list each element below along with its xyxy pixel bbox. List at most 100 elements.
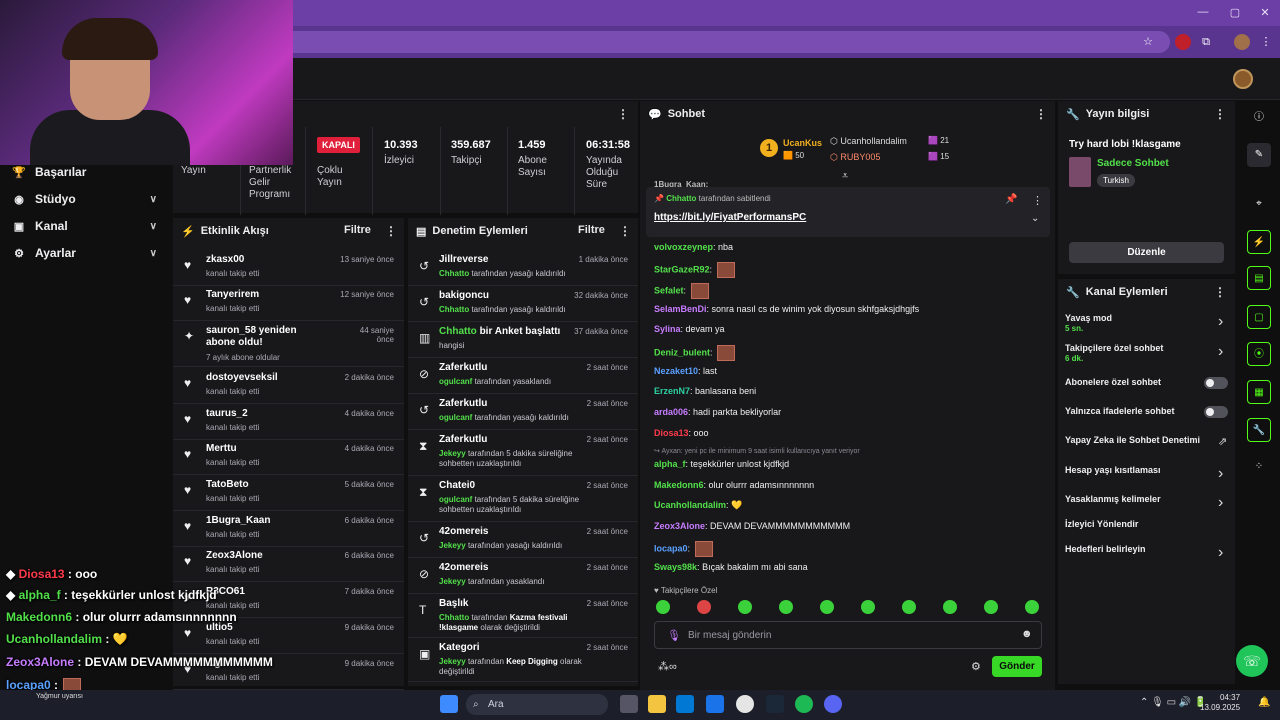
edit-button[interactable]: Düzenle xyxy=(1069,242,1224,263)
sidebar-item-ayarlar[interactable]: ⚙ Ayarlar ∨ xyxy=(0,242,165,264)
send-button[interactable]: Gönder xyxy=(992,656,1042,677)
avatar[interactable] xyxy=(1233,69,1253,89)
notification-icon[interactable]: 🔔 xyxy=(1258,697,1270,708)
chat-message[interactable]: Deniz_bulent: xyxy=(654,345,736,361)
category-link[interactable]: Sadece Sohbet xyxy=(1097,158,1169,169)
emote-icon[interactable] xyxy=(656,600,670,614)
chat-username[interactable]: Makedonn6 xyxy=(654,480,704,490)
chevron-right-icon[interactable]: › xyxy=(1218,466,1223,482)
chat-username[interactable]: Sylina xyxy=(654,324,681,334)
emote-icon[interactable] xyxy=(779,600,793,614)
action-item[interactable]: Yapay Zeka ile Sohbet Denetimi xyxy=(1065,435,1200,445)
chat-message[interactable]: Zeox3Alone: DEVAM DEVAMMMMMMMMMMM xyxy=(654,521,850,531)
emote-icon[interactable] xyxy=(697,600,711,614)
layout-icon[interactable]: ▦ xyxy=(1247,380,1271,404)
chevron-down-icon[interactable]: ⌄ xyxy=(1031,213,1039,224)
stat-multistream[interactable]: Çoklu Yayın xyxy=(317,165,357,189)
chat-message[interactable]: Nezaket10: last xyxy=(654,366,717,376)
chat-username[interactable]: StarGazeR92 xyxy=(654,264,710,274)
start-icon[interactable] xyxy=(440,695,458,713)
list-item[interactable]: ✦ sauron_58 yeniden abone oldu! 7 aylık ab… xyxy=(173,321,404,367)
focus-icon[interactable]: ⌖ xyxy=(1247,192,1271,216)
pencil-icon[interactable]: ✎ xyxy=(1247,143,1271,167)
close-icon[interactable]: ✕ xyxy=(1258,6,1272,20)
list-item[interactable]: ▥ Chhatto bir Anket başlattı hangisi 37 dak… xyxy=(408,322,638,358)
help-button[interactable]: ☏ xyxy=(1236,645,1268,677)
chat-username[interactable]: locapa0 xyxy=(654,543,688,553)
chat-message[interactable]: StarGazeR92: xyxy=(654,262,735,278)
chat-message[interactable]: locapa0: xyxy=(654,541,713,557)
kebab-icon[interactable]: ⋮ xyxy=(1035,107,1047,121)
steam-icon[interactable] xyxy=(766,695,784,713)
taskbar-search[interactable]: ⌕ Ara xyxy=(466,694,608,715)
chat-message[interactable]: volvoxzeynep: nba xyxy=(654,242,733,252)
list-item[interactable]: ♥ Tanyerirem kanalı takip etti 12 saniye ön… xyxy=(173,285,404,321)
star-icon[interactable]: ☆ xyxy=(1140,34,1156,50)
chat-message[interactable]: Diosa13: ooo xyxy=(654,428,709,438)
list-item[interactable]: ♥ taurus_2 kanalı takip etti 4 dakika önce xyxy=(173,404,404,440)
minimize-icon[interactable]: — xyxy=(1196,6,1210,20)
sidebar-item-studyo[interactable]: ◉ Stüdyo ∨ xyxy=(0,188,165,210)
chat-message[interactable]: ErzenN7: banlasana beni xyxy=(654,386,756,396)
action-item[interactable]: Yalnızca ifadelerle sohbet xyxy=(1065,406,1175,416)
tag-chip[interactable]: Turkish xyxy=(1097,174,1135,187)
list-item[interactable]: T Başlık Chhatto tarafından Kazma festival… xyxy=(408,594,638,638)
external-link-icon[interactable]: ⇗ xyxy=(1218,435,1227,448)
emote-icon[interactable] xyxy=(1025,600,1039,614)
menu-icon[interactable]: ⋮ xyxy=(1258,34,1274,50)
action-item[interactable]: Hedefleri belirleyin xyxy=(1065,544,1146,554)
chat-tools-icon[interactable]: ⁂∞ xyxy=(658,660,677,673)
list-item[interactable]: ♥ TatoBeto kanalı takip etti 5 dakika önce xyxy=(173,475,404,511)
address-bar[interactable] xyxy=(270,31,1170,53)
spotify-icon[interactable] xyxy=(795,695,813,713)
chat-message[interactable]: alpha_f: teşekkürler unlost kjdfkjd xyxy=(654,459,789,469)
mic-icon[interactable]: 🎙 xyxy=(667,629,681,642)
chevron-right-icon[interactable]: › xyxy=(1218,495,1223,511)
taskview-icon[interactable] xyxy=(620,695,638,713)
emote-icon[interactable] xyxy=(820,600,834,614)
chat-username[interactable]: Sefalet xyxy=(654,285,684,295)
chevron-right-icon[interactable]: › xyxy=(1218,545,1223,561)
store-icon[interactable] xyxy=(676,695,694,713)
puzzle-icon[interactable]: ⧉ xyxy=(1198,34,1214,50)
list-item[interactable]: ↺ 42omereis Jekeyy tarafından yasağı kaldı… xyxy=(408,522,638,558)
chat-username[interactable]: ErzenN7 xyxy=(654,386,690,396)
list-item[interactable]: ↺ Jillreverse Chhatto tarafından yasağı ka… xyxy=(408,250,638,286)
clock[interactable]: 04:37 13.09.2025 xyxy=(1200,693,1240,713)
emote-icon[interactable] xyxy=(861,600,875,614)
toggle-switch[interactable] xyxy=(1204,406,1228,418)
kebab-icon[interactable]: ⋮ xyxy=(1032,194,1043,207)
activity-filter-button[interactable]: Filtre xyxy=(344,224,371,236)
info-icon[interactable]: ⓘ xyxy=(1247,106,1271,130)
outlook-icon[interactable] xyxy=(706,695,724,713)
tray-icons[interactable]: ⌃ 🎙 ▭ 🔊 🔋 xyxy=(1140,697,1207,708)
list-item[interactable]: ♥ Merttu kanalı takip etti 4 dakika önce xyxy=(173,439,404,475)
chat-username[interactable]: Deniz_bulent xyxy=(654,347,710,357)
chevron-right-icon[interactable]: › xyxy=(1218,314,1223,330)
kebab-icon[interactable]: ⋮ xyxy=(1214,285,1226,299)
maximize-icon[interactable]: ▢ xyxy=(1228,6,1242,20)
apps-icon[interactable]: ⁘ xyxy=(1247,455,1271,479)
list-item[interactable]: ↺ bakigoncu Chhatto tarafından yasağı kald… xyxy=(408,286,638,322)
wrench-icon[interactable]: 🔧 xyxy=(1247,418,1271,442)
list-item[interactable]: ♥ dostoyevseksil kanalı takip etti 2 dakika… xyxy=(173,368,404,404)
emoji-icon[interactable]: ☻ xyxy=(1021,628,1033,640)
action-item[interactable]: Hesap yaşı kısıtlaması xyxy=(1065,465,1161,475)
chat-username[interactable]: Sways98k xyxy=(654,562,697,572)
pinned-link[interactable]: https://bit.ly/FiyatPerformansPC xyxy=(654,212,806,223)
action-item[interactable]: İzleyici Yönlendir xyxy=(1065,519,1138,529)
chat-icon[interactable]: ▢ xyxy=(1247,305,1271,329)
doc-icon[interactable]: ▤ xyxy=(1247,266,1271,290)
chat-message[interactable]: arda006: hadi parkta bekliyorlar xyxy=(654,407,781,417)
list-item[interactable]: ⧗ Zaferkutlu Jekeyy tarafından 5 dakika sü… xyxy=(408,430,638,476)
chat-username[interactable]: Diosa13 xyxy=(654,428,689,438)
collapse-icon[interactable]: ⩡ xyxy=(842,170,848,183)
chat-message[interactable]: Makedonn6: olur olurrr adamsınnnnnnn xyxy=(654,480,814,490)
list-item[interactable]: ▣ Kategori Jekeyy tarafından Keep Digging … xyxy=(408,638,638,682)
action-item[interactable]: Takipçilere özel sohbet 6 dk. xyxy=(1065,343,1163,363)
chat-username[interactable]: alpha_f xyxy=(654,459,686,469)
chrome-icon[interactable] xyxy=(736,695,754,713)
chat-message[interactable]: Sways98k: Bıçak bakalım mı abi sana xyxy=(654,562,808,572)
pin-icon[interactable]: 📌 xyxy=(1005,194,1017,205)
list-item[interactable]: ♥ zkasx00 kanalı takip etti 13 saniye önce xyxy=(173,250,404,286)
